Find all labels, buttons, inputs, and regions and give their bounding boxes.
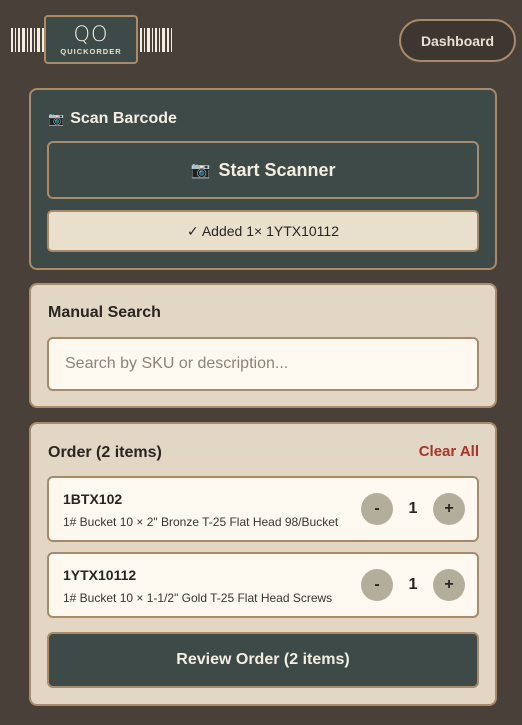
barcode-left-decoration: [11, 28, 47, 52]
scan-status-message: ✓ Added 1× 1YTX10112: [47, 210, 479, 252]
header: QO QUICKORDER Dashboard: [0, 0, 522, 80]
scan-barcode-heading: 📷 Scan Barcode: [48, 110, 177, 128]
order-card: Order (2 items) Clear All 1BTX102 1# Buc…: [29, 422, 497, 706]
review-order-button[interactable]: Review Order (2 items): [47, 632, 479, 688]
logo-mark: QO: [73, 22, 109, 46]
item-sku: 1YTX10112: [63, 567, 137, 583]
start-scanner-button[interactable]: 📷 Start Scanner: [47, 141, 479, 199]
item-quantity: 1: [408, 576, 418, 593]
manual-search-card: Manual Search: [29, 283, 497, 408]
item-sku: 1BTX102: [63, 491, 123, 507]
decrease-quantity-button[interactable]: -: [361, 569, 393, 601]
camera-icon: 📷: [48, 111, 65, 126]
dashboard-button[interactable]: Dashboard: [399, 19, 516, 62]
order-item: 1YTX10112 1# Bucket 10 × 1-1/2" Gold T-2…: [47, 552, 479, 618]
scan-barcode-title: Scan Barcode: [70, 110, 177, 127]
order-title: Order (2 items): [48, 444, 162, 461]
order-item: 1BTX102 1# Bucket 10 × 2" Bronze T-25 Fl…: [47, 476, 479, 542]
logo-subtitle: QUICKORDER: [60, 47, 122, 56]
item-description: 1# Bucket 10 × 2" Bronze T-25 Flat Head …: [63, 515, 339, 529]
clear-all-button[interactable]: Clear All: [419, 443, 479, 460]
manual-search-title: Manual Search: [48, 304, 161, 321]
search-input[interactable]: [47, 337, 479, 391]
camera-icon: 📷: [190, 162, 211, 179]
item-quantity: 1: [408, 500, 418, 517]
barcode-right-decoration: [140, 28, 172, 52]
start-scanner-label: Start Scanner: [218, 159, 336, 180]
scan-barcode-card: 📷 Scan Barcode 📷 Start Scanner ✓ Added 1…: [29, 88, 497, 270]
item-description: 1# Bucket 10 × 1-1/2" Gold T-25 Flat Hea…: [63, 591, 333, 605]
logo: QO QUICKORDER: [44, 15, 138, 64]
decrease-quantity-button[interactable]: -: [361, 493, 393, 525]
increase-quantity-button[interactable]: +: [433, 569, 465, 601]
increase-quantity-button[interactable]: +: [433, 493, 465, 525]
